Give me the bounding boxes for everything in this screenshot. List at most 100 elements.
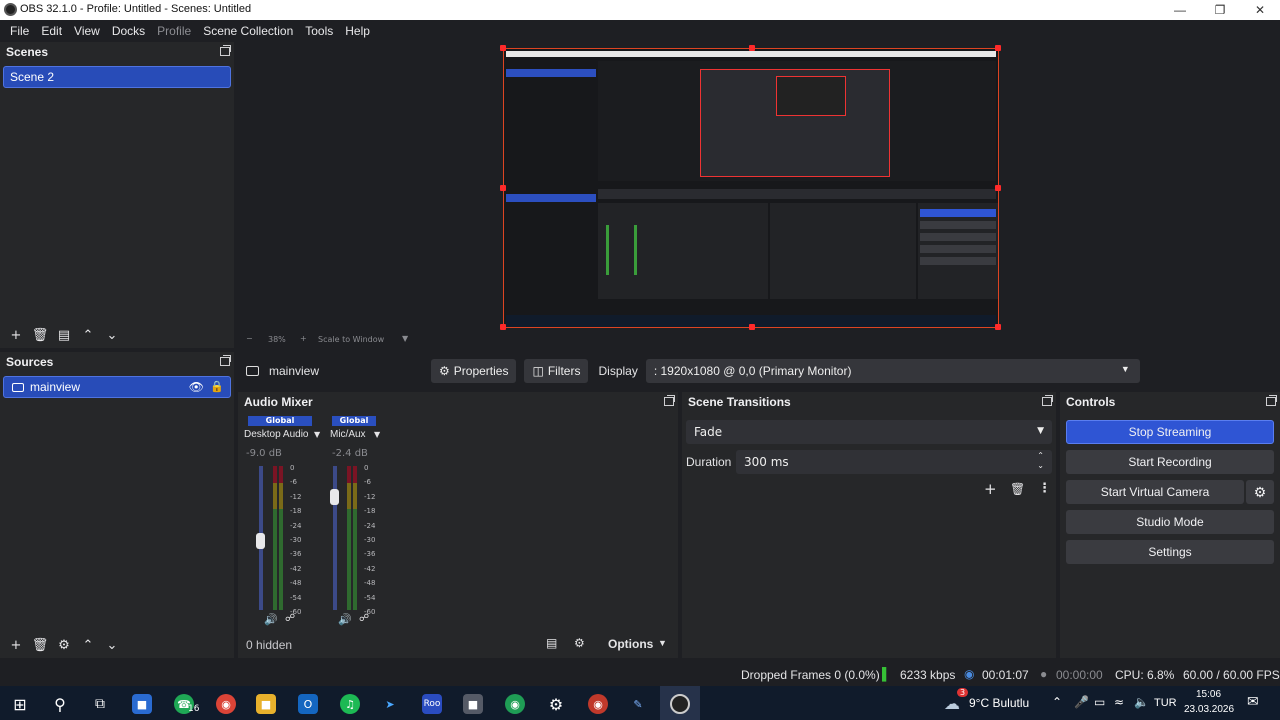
- volume-fader-knob[interactable]: [256, 532, 265, 549]
- duration-spinbox[interactable]: 300 ms ⌃ ⌄: [736, 450, 1052, 474]
- resize-handle[interactable]: [500, 185, 506, 191]
- input-language[interactable]: TUR: [1154, 697, 1177, 709]
- move-up-chevron-icon[interactable]: ⌃: [76, 634, 100, 656]
- resize-handle[interactable]: [995, 185, 1001, 191]
- roo-app-icon[interactable]: Roo: [422, 694, 442, 714]
- filters-button[interactable]: ◫ Filters: [524, 359, 589, 383]
- resize-handle[interactable]: [749, 324, 755, 330]
- clock-date[interactable]: 23.03.2026: [1184, 704, 1234, 715]
- menu-edit[interactable]: Edit: [35, 24, 68, 38]
- headphones-icon[interactable]: ☍: [285, 613, 295, 624]
- maximize-button[interactable]: ❐: [1200, 0, 1240, 20]
- undock-icon[interactable]: [220, 45, 231, 56]
- volume-fader-knob[interactable]: [330, 489, 339, 506]
- volume-fader-track[interactable]: [333, 466, 337, 610]
- remove-scene-trash-icon[interactable]: 🗑: [28, 324, 52, 346]
- display-select[interactable]: : 1920x1080 @ 0,0 (Primary Monitor) ▼: [645, 359, 1140, 383]
- file-explorer-icon[interactable]: ■: [256, 694, 276, 714]
- zoom-in-button[interactable]: +: [300, 334, 307, 343]
- chevron-down-icon[interactable]: ▼: [314, 430, 320, 439]
- outlook-icon[interactable]: O: [298, 694, 318, 714]
- chevron-down-icon[interactable]: ▼: [658, 638, 667, 648]
- speaker-icon[interactable]: 🔊: [264, 613, 278, 626]
- menu-profile[interactable]: Profile: [151, 24, 197, 38]
- menu-view[interactable]: View: [68, 24, 106, 38]
- lock-icon[interactable]: 🔒: [210, 380, 224, 393]
- windows-start-icon[interactable]: ⊞: [10, 694, 30, 714]
- task-view-icon[interactable]: ⧉: [90, 694, 110, 714]
- battery-icon[interactable]: ▭: [1094, 695, 1105, 709]
- search-icon[interactable]: ⚲: [50, 694, 70, 714]
- advanced-audio-gear-icon[interactable]: ⚙: [574, 636, 585, 650]
- scene-filters-icon[interactable]: ▤: [52, 324, 76, 346]
- wifi-icon[interactable]: ≈: [1114, 695, 1124, 709]
- stop-streaming-button[interactable]: Stop Streaming: [1066, 420, 1274, 444]
- channel-name[interactable]: Mic/Aux: [330, 429, 366, 440]
- resize-handle[interactable]: [995, 324, 1001, 330]
- menu-tools[interactable]: Tools: [299, 24, 339, 38]
- close-button[interactable]: ✕: [1240, 0, 1280, 20]
- undock-icon[interactable]: [1266, 395, 1277, 406]
- minimize-button[interactable]: —: [1160, 0, 1200, 20]
- options-button[interactable]: Options: [608, 637, 653, 651]
- properties-button[interactable]: ⚙ Properties: [431, 359, 517, 383]
- menu-file[interactable]: File: [4, 24, 35, 38]
- add-transition-plus-icon[interactable]: +: [984, 480, 997, 498]
- menu-docks[interactable]: Docks: [106, 24, 151, 38]
- resize-handle[interactable]: [749, 45, 755, 51]
- start-virtual-camera-button[interactable]: Start Virtual Camera: [1066, 480, 1244, 504]
- add-scene-plus-icon[interactable]: +: [4, 324, 28, 346]
- scale-mode-select[interactable]: Scale to Window: [318, 335, 384, 344]
- source-settings-gear-icon[interactable]: ⚙: [52, 634, 76, 656]
- move-down-chevron-icon[interactable]: ⌄: [100, 324, 124, 346]
- spin-up-icon[interactable]: ⌃: [1037, 451, 1044, 460]
- microphone-icon[interactable]: 🎤: [1074, 695, 1089, 709]
- resize-handle[interactable]: [500, 324, 506, 330]
- channel-name[interactable]: Desktop Audio: [244, 429, 309, 440]
- undock-icon[interactable]: [664, 395, 675, 406]
- headphones-icon[interactable]: ☍: [359, 613, 369, 624]
- volume-icon[interactable]: 🔈: [1134, 695, 1149, 709]
- menu-help[interactable]: Help: [339, 24, 376, 38]
- layout-toggle-icon[interactable]: ▤: [546, 636, 557, 650]
- speaker-icon[interactable]: 🔊: [338, 613, 352, 626]
- store-icon[interactable]: ■: [132, 694, 152, 714]
- clock-time[interactable]: 15:06: [1196, 689, 1221, 700]
- more-options-icon[interactable]: ⋮: [1038, 481, 1051, 496]
- source-item[interactable]: mainview 👁 🔒: [3, 376, 231, 398]
- chevron-down-icon[interactable]: ▼: [402, 334, 408, 343]
- menu-scene-collection[interactable]: Scene Collection: [197, 24, 299, 38]
- preview-canvas[interactable]: [500, 45, 1001, 330]
- studio-mode-button[interactable]: Studio Mode: [1066, 510, 1274, 534]
- transition-select[interactable]: Fade ▼: [686, 420, 1052, 444]
- generic-app-icon[interactable]: ■: [463, 694, 483, 714]
- notification-center-icon[interactable]: ✉: [1247, 694, 1259, 710]
- resize-handle[interactable]: [500, 45, 506, 51]
- zoom-out-button[interactable]: −: [246, 334, 253, 343]
- visibility-eye-icon[interactable]: 👁: [189, 380, 204, 394]
- chrome-alt-icon[interactable]: ◉: [588, 694, 608, 714]
- resize-handle[interactable]: [995, 45, 1001, 51]
- obs-taskbar-icon[interactable]: [670, 694, 690, 714]
- settings-gear-icon[interactable]: ⚙: [546, 694, 566, 714]
- start-recording-button[interactable]: Start Recording: [1066, 450, 1274, 474]
- notes-app-icon[interactable]: ✎: [628, 694, 648, 714]
- spotify-icon[interactable]: ♫: [340, 694, 360, 714]
- move-down-chevron-icon[interactable]: ⌄: [100, 634, 124, 656]
- remove-source-trash-icon[interactable]: 🗑: [28, 634, 52, 656]
- spin-down-icon[interactable]: ⌄: [1037, 461, 1044, 470]
- move-up-chevron-icon[interactable]: ⌃: [76, 324, 100, 346]
- code-editor-icon[interactable]: ➤: [380, 694, 400, 714]
- undock-icon[interactable]: [220, 355, 231, 366]
- scene-item[interactable]: Scene 2: [3, 66, 231, 88]
- weather-text[interactable]: 9°C Bulutlu: [969, 696, 1029, 710]
- undock-icon[interactable]: [1042, 395, 1053, 406]
- tray-chevron-up-icon[interactable]: ⌃: [1052, 695, 1062, 709]
- remove-transition-trash-icon[interactable]: 🗑: [1010, 482, 1025, 496]
- add-source-plus-icon[interactable]: +: [4, 634, 28, 656]
- chrome-profile-icon[interactable]: ◉: [505, 694, 525, 714]
- settings-button[interactable]: Settings: [1066, 540, 1274, 564]
- chevron-down-icon[interactable]: ▼: [374, 430, 380, 439]
- chrome-icon[interactable]: ◉: [216, 694, 236, 714]
- virtual-camera-gear-icon[interactable]: ⚙: [1246, 480, 1274, 504]
